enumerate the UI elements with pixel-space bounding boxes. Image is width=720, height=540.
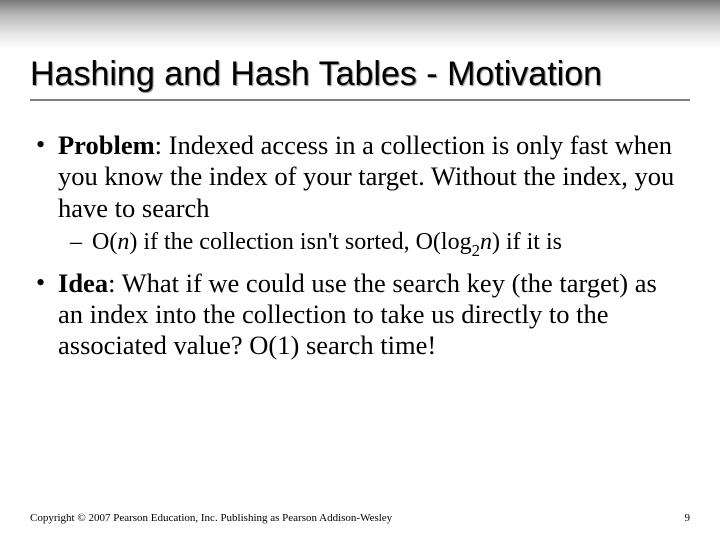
title-underline	[30, 99, 690, 101]
sub-mid: ) if the collection isn't sorted, O(log	[129, 229, 471, 255]
sub-post: ) if it is	[492, 229, 562, 255]
header-gradient	[0, 0, 720, 50]
idea-text: : What if we could use the search key (t…	[58, 268, 657, 361]
sub-pre: O(	[92, 229, 117, 255]
sub-log-base: 2	[472, 241, 480, 260]
problem-label: Problem	[58, 130, 155, 160]
sub-bullet-complexity: O(n) if the collection isn't sorted, O(l…	[30, 228, 685, 260]
sub-n1: n	[117, 229, 129, 255]
slide: Hashing and Hash Tables - Motivation Pro…	[0, 0, 720, 540]
bullet-problem: Problem: Indexed access in a collection …	[30, 130, 685, 224]
bullet-idea: Idea: What if we could use the search ke…	[30, 268, 685, 362]
copyright-footer: Copyright © 2007 Pearson Education, Inc.…	[30, 512, 392, 524]
slide-content: Problem: Indexed access in a collection …	[30, 130, 685, 366]
idea-label: Idea	[58, 268, 108, 298]
slide-title: Hashing and Hash Tables - Motivation	[30, 55, 690, 94]
sub-n2: n	[480, 229, 492, 255]
page-number: 9	[685, 512, 691, 524]
